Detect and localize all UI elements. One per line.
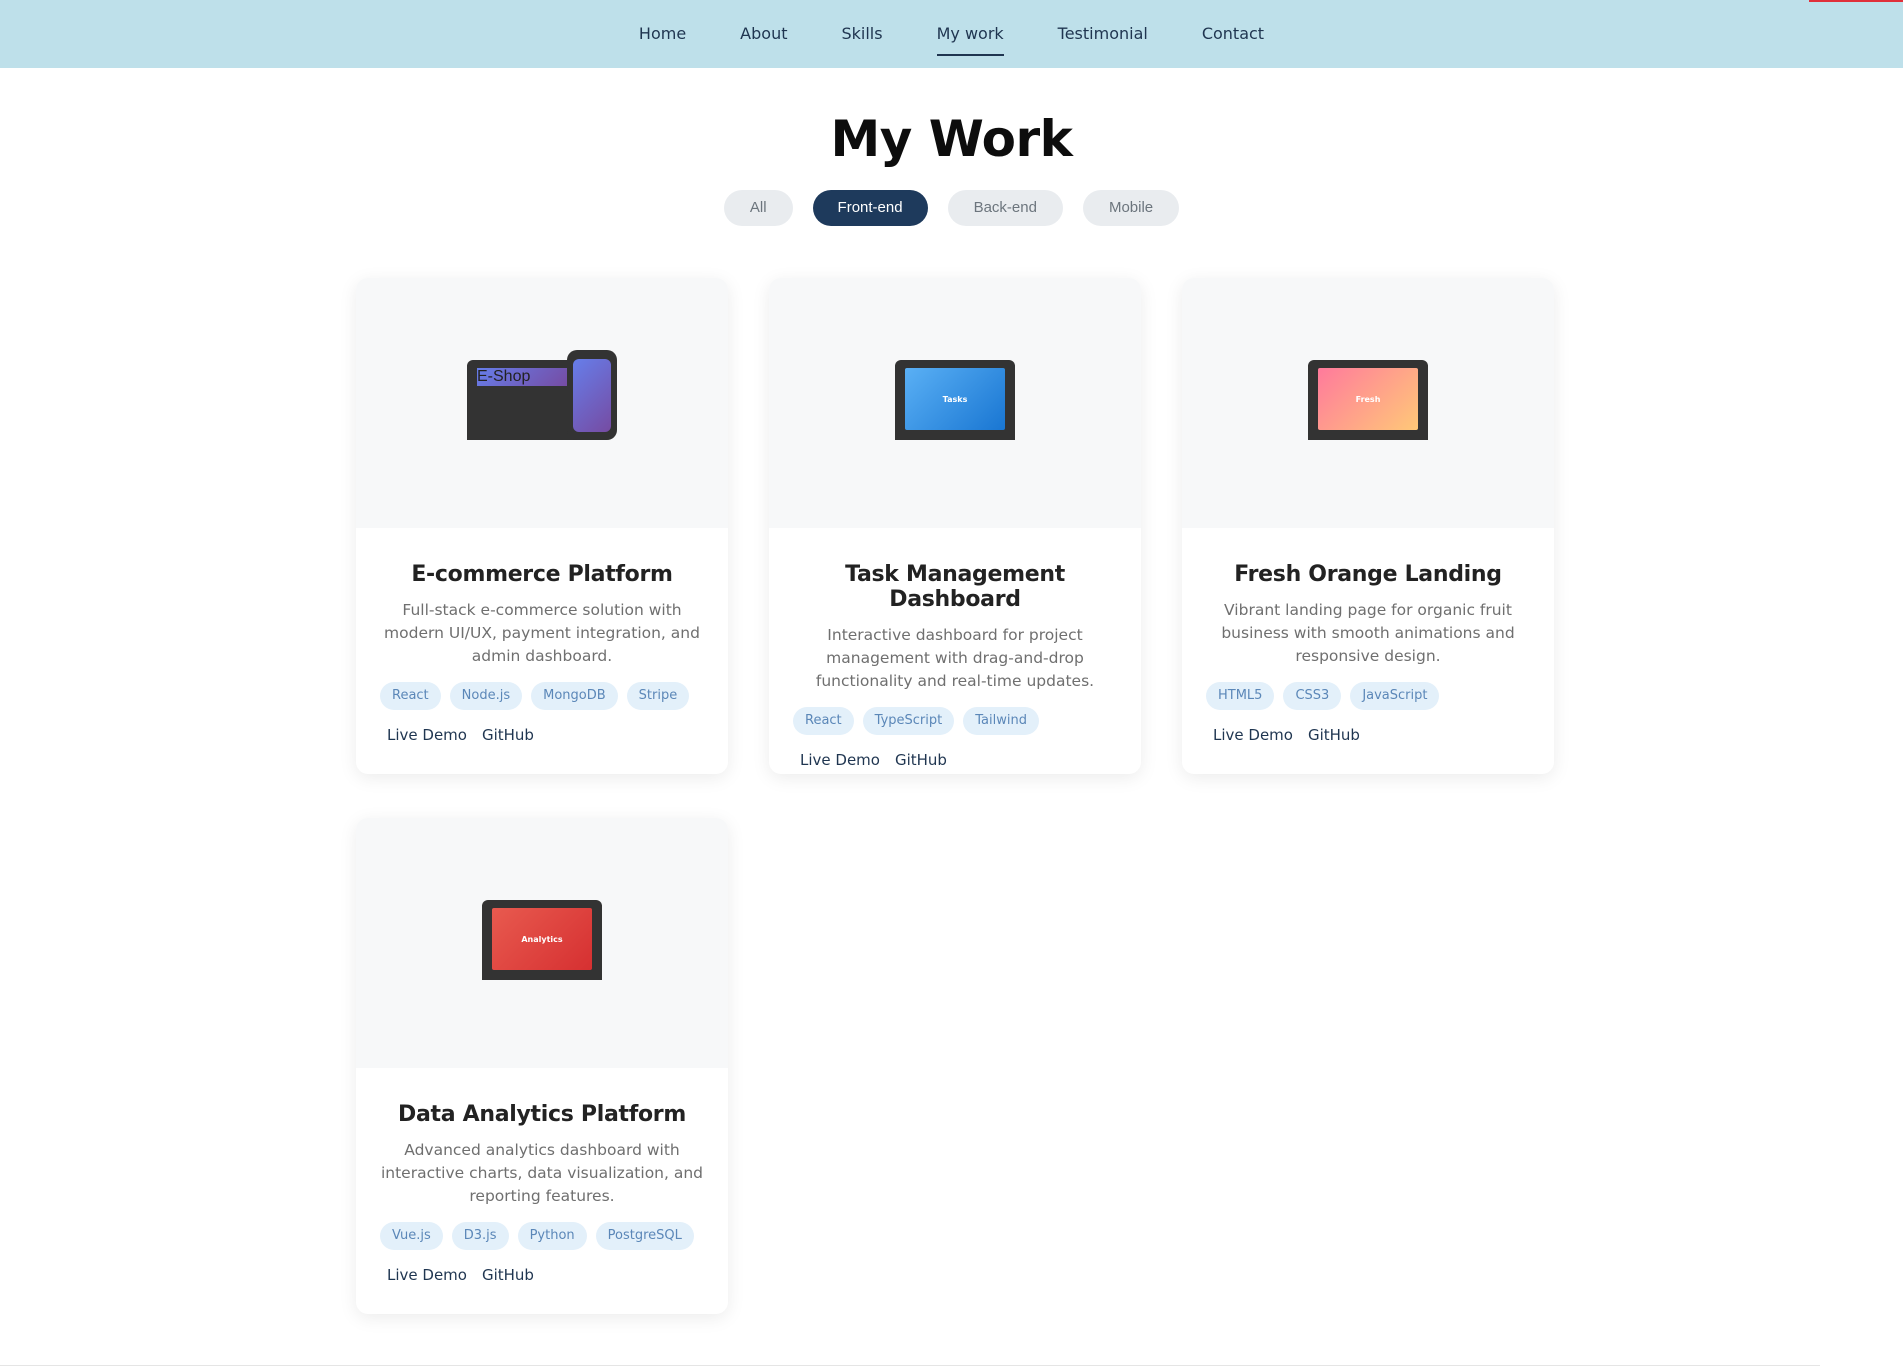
nav-item-contact[interactable]: Contact	[1175, 0, 1291, 68]
tech-tag: Python	[517, 1222, 587, 1250]
tech-tag: JavaScript	[1350, 682, 1440, 710]
project-thumbnail: Fresh	[1182, 278, 1554, 528]
phone-screen	[573, 359, 611, 432]
project-title: Data Analytics Platform	[398, 1102, 686, 1127]
tech-tag: Tailwind	[963, 707, 1039, 735]
project-card-fresh-orange: Fresh Fresh Orange Landing Vibrant landi…	[1182, 278, 1554, 774]
laptop-mockup: Tasks	[895, 360, 1015, 440]
tech-tag: D3.js	[451, 1222, 509, 1250]
tech-tag: Stripe	[626, 682, 690, 710]
project-card-body: Data Analytics Platform Advanced analyti…	[356, 1068, 728, 1284]
project-description: Vibrant landing page for organic fruit b…	[1221, 601, 1515, 665]
phone-mockup	[567, 350, 617, 440]
project-title: Fresh Orange Landing	[1234, 562, 1502, 587]
project-card-data-analytics: Analytics Data Analytics Platform Advanc…	[356, 818, 728, 1314]
live-demo-link[interactable]: Live Demo	[387, 1266, 467, 1284]
project-links: Live Demo GitHub	[793, 751, 1117, 769]
laptop-mockup: Fresh	[1308, 360, 1428, 440]
project-description: Full-stack e-commerce solution with mode…	[384, 601, 700, 665]
project-links: Live Demo GitHub	[380, 1266, 704, 1284]
project-description: Advanced analytics dashboard with intera…	[380, 1141, 704, 1205]
tech-tag-list: React TypeScript Tailwind	[793, 707, 1117, 735]
project-title: Task Management Dashboard	[845, 562, 1065, 612]
project-card-body: E-commerce Platform Full-stack e-commerc…	[356, 528, 728, 744]
filter-back-end-button[interactable]: Back-end	[947, 190, 1063, 226]
filter-front-end-button[interactable]: Front-end	[812, 190, 928, 226]
laptop-mockup: Analytics	[482, 900, 602, 980]
laptop-phone-mockup: E-Shop	[467, 350, 617, 440]
nav-item-home[interactable]: Home	[612, 0, 713, 68]
mockup-screen: Fresh	[1318, 368, 1418, 430]
nav-item-my-work[interactable]: My work	[910, 0, 1031, 68]
tech-tag: Node.js	[449, 682, 523, 710]
project-card-task-management: Tasks Task Management Dashboard Interact…	[769, 278, 1141, 774]
project-card-body: Fresh Orange Landing Vibrant landing pag…	[1182, 528, 1554, 744]
live-demo-link[interactable]: Live Demo	[800, 751, 880, 769]
project-links: Live Demo GitHub	[1206, 726, 1530, 744]
project-description: Interactive dashboard for project manage…	[815, 626, 1095, 690]
tech-tag-list: Vue.js D3.js Python PostgreSQL	[380, 1222, 704, 1250]
tech-tag: React	[380, 682, 441, 710]
mockup-screen: E-Shop	[477, 368, 569, 386]
tech-tag: React	[793, 707, 854, 735]
github-link[interactable]: GitHub	[895, 751, 947, 769]
live-demo-link[interactable]: Live Demo	[1213, 726, 1293, 744]
tech-tag: HTML5	[1206, 682, 1275, 710]
project-thumbnail: Analytics	[356, 818, 728, 1068]
nav-item-about[interactable]: About	[713, 0, 814, 68]
tech-tag: PostgreSQL	[595, 1222, 694, 1250]
project-filter-bar: All Front-end Back-end Mobile	[0, 190, 1903, 226]
project-links: Live Demo GitHub	[380, 726, 704, 744]
tech-tag: TypeScript	[862, 707, 955, 735]
top-right-accent-line	[1809, 0, 1903, 2]
tech-tag: Vue.js	[380, 1222, 443, 1250]
github-link[interactable]: GitHub	[482, 726, 534, 744]
nav-item-skills[interactable]: Skills	[814, 0, 909, 68]
filter-all-button[interactable]: All	[723, 190, 793, 226]
live-demo-link[interactable]: Live Demo	[387, 726, 467, 744]
project-thumbnail: Tasks	[769, 278, 1141, 528]
project-card-ecommerce: E-Shop E-commerce Platform Full-stack e-…	[356, 278, 728, 774]
github-link[interactable]: GitHub	[482, 1266, 534, 1284]
nav-item-testimonial[interactable]: Testimonial	[1031, 0, 1175, 68]
mockup-screen: Tasks	[905, 368, 1005, 430]
tech-tag: MongoDB	[531, 682, 618, 710]
section-title: My Work	[830, 110, 1073, 168]
tech-tag-list: React Node.js MongoDB Stripe	[380, 682, 704, 710]
project-card-body: Task Management Dashboard Interactive da…	[769, 528, 1141, 769]
tech-tag: CSS3	[1283, 682, 1342, 710]
filter-mobile-button[interactable]: Mobile	[1082, 190, 1180, 226]
github-link[interactable]: GitHub	[1308, 726, 1360, 744]
top-navbar: Home About Skills My work Testimonial Co…	[0, 0, 1903, 68]
nav-menu: Home About Skills My work Testimonial Co…	[612, 0, 1291, 68]
laptop-mockup: E-Shop	[467, 360, 579, 440]
tech-tag-list: HTML5 CSS3 JavaScript	[1206, 682, 1530, 710]
project-title: E-commerce Platform	[411, 562, 673, 587]
mockup-screen: Analytics	[492, 908, 592, 970]
project-thumbnail: E-Shop	[356, 278, 728, 528]
